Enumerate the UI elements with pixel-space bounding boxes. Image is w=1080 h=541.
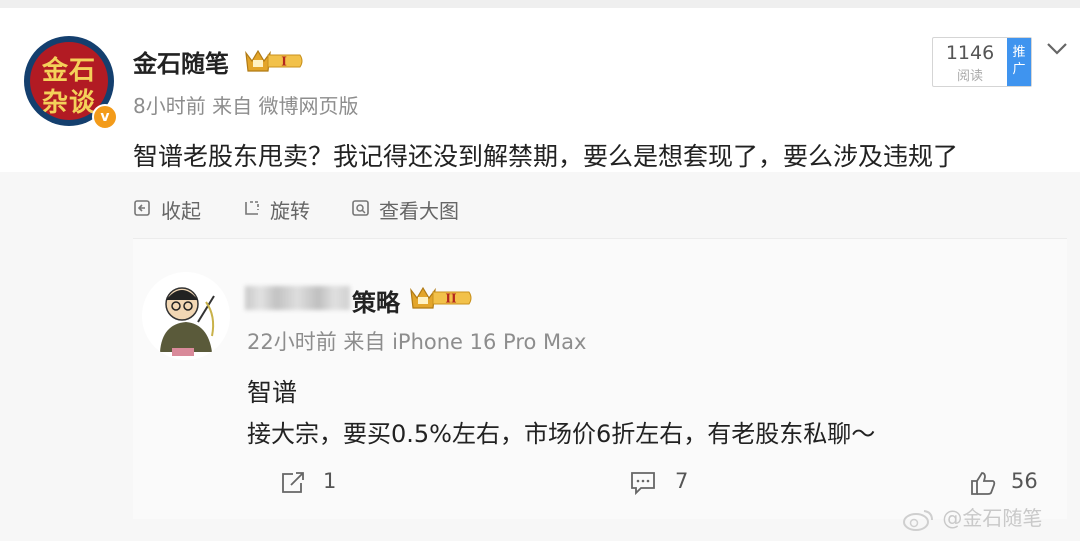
like-action: 56 — [969, 468, 1049, 498]
repost-text-line-1: 智谱 — [247, 378, 298, 407]
repost-text-line-2: 接大宗，要买0.5%左右，市场价6折左右，有老股东私聊～ — [247, 420, 876, 448]
view-large-label: 查看大图 — [379, 199, 459, 223]
like-count: 56 — [1011, 469, 1038, 493]
read-count: 1146 — [945, 42, 995, 64]
chevron-down-icon[interactable] — [1046, 42, 1068, 56]
post-text: 智谱老股东甩卖？我记得还没到解禁期，要么是想套现了，要么涉及违规了 — [133, 142, 959, 171]
share-count: 1 — [323, 469, 337, 493]
blurred-username — [245, 286, 350, 310]
rotate-icon — [245, 201, 259, 215]
post-meta: 8小时前 来自 微博网页版 — [133, 94, 359, 118]
comment-action: 7 — [629, 468, 699, 498]
collapse-label: 收起 — [161, 199, 201, 223]
read-count-box[interactable]: 1146 阅读 推 广 — [932, 37, 1032, 87]
top-divider — [0, 0, 1080, 8]
promote-label-top: 推 — [1012, 45, 1026, 60]
watermark: @金石随笔 — [902, 502, 1042, 533]
repost-meta: 22小时前 来自 iPhone 16 Pro Max — [247, 330, 587, 354]
comment-count: 7 — [675, 469, 689, 493]
comment-icon — [631, 472, 655, 496]
view-large-icon — [352, 200, 369, 216]
crown-icon: II — [409, 284, 472, 312]
share-action: 1 — [279, 468, 349, 498]
like-icon — [971, 472, 996, 495]
read-label: 阅读 — [956, 69, 983, 84]
crown-icon[interactable]: I — [244, 47, 306, 75]
collapse-icon — [134, 200, 150, 216]
svg-text:I: I — [281, 55, 287, 69]
weibo-logo-icon — [903, 509, 933, 531]
repost-username[interactable]: 策略 — [352, 283, 400, 318]
svg-text:II: II — [445, 292, 457, 306]
rotate-label: 旋转 — [270, 199, 310, 223]
promote-button[interactable]: 推 广 — [1007, 38, 1031, 86]
share-icon — [282, 472, 304, 493]
repost-avatar — [142, 272, 230, 360]
username[interactable]: 金石随笔 — [133, 44, 229, 79]
verified-badge: v — [92, 104, 118, 130]
promote-label-bottom: 广 — [1012, 62, 1026, 77]
watermark-text: @金石随笔 — [942, 506, 1043, 530]
